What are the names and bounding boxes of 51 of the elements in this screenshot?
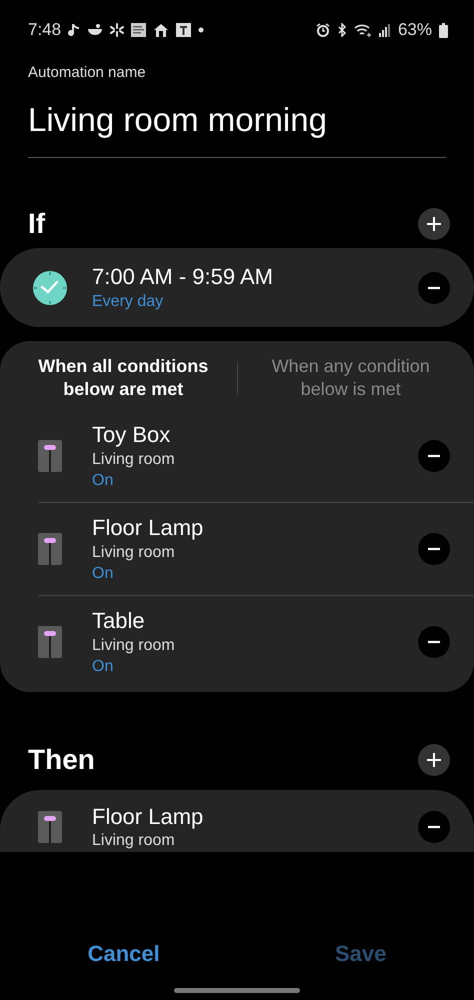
wifi-icon — [354, 23, 372, 37]
signal-icon — [378, 23, 391, 37]
remove-icon[interactable] — [418, 626, 450, 658]
device-condition-row[interactable]: Toy Box Living room On — [38, 410, 474, 503]
clock-icon — [32, 270, 68, 306]
time-range: 7:00 AM - 9:59 AM — [92, 264, 274, 290]
device-room: Living room — [92, 544, 176, 562]
add-icon[interactable] — [418, 208, 450, 240]
action-card[interactable]: Floor Lamp Living room — [0, 790, 474, 852]
lamp-switch-icon — [38, 440, 62, 472]
remove-icon[interactable] — [418, 440, 450, 472]
lamp-switch-icon — [38, 533, 62, 565]
repeat-label: Every day — [92, 293, 164, 311]
battery-percentage: 63% — [398, 20, 432, 40]
music-note-icon — [68, 23, 80, 37]
device-condition-row[interactable]: Table Living room On — [38, 596, 474, 688]
remove-icon[interactable] — [418, 811, 450, 843]
device-name: Table — [92, 608, 146, 634]
remove-icon[interactable] — [418, 272, 450, 304]
device-name: Toy Box — [92, 422, 172, 448]
weather-app-icon — [131, 23, 146, 37]
device-name: Floor Lamp — [92, 804, 204, 830]
condition-card[interactable]: 7:00 AM - 9:59 AM Every day — [0, 248, 474, 327]
match-mode-option[interactable]: When all conditions below are met — [10, 355, 236, 400]
bowl-icon — [87, 23, 104, 37]
section-title: If — [28, 208, 46, 240]
automation-name-field[interactable]: Living room morning — [28, 81, 446, 158]
device-room: Living room — [92, 451, 176, 469]
add-icon[interactable] — [418, 744, 450, 776]
section-title: Then — [28, 744, 95, 776]
letter-t-app-icon — [176, 23, 192, 37]
clock-time: 7:48 — [28, 20, 62, 40]
device-state: On — [92, 658, 114, 676]
device-condition-row[interactable]: Floor Lamp Living room On — [38, 503, 474, 596]
remove-icon[interactable] — [418, 533, 450, 565]
field-label: Automation name — [28, 64, 147, 81]
cancel-button[interactable]: Cancel — [68, 935, 180, 973]
device-name: Floor Lamp — [92, 515, 204, 541]
device-room: Living room — [92, 637, 176, 655]
lamp-switch-icon — [38, 811, 62, 843]
device-state: On — [92, 472, 114, 490]
match-mode-option[interactable]: When any condition below is met — [238, 355, 464, 400]
device-room: Living room — [92, 832, 176, 850]
bluetooth-icon — [336, 23, 347, 37]
device-state: On — [92, 565, 114, 583]
lamp-switch-icon — [38, 626, 62, 658]
spark-icon — [110, 23, 124, 37]
battery-icon — [439, 22, 448, 38]
notification-dot-icon — [198, 27, 204, 33]
home-icon — [153, 23, 170, 37]
alarm-icon — [316, 23, 330, 37]
